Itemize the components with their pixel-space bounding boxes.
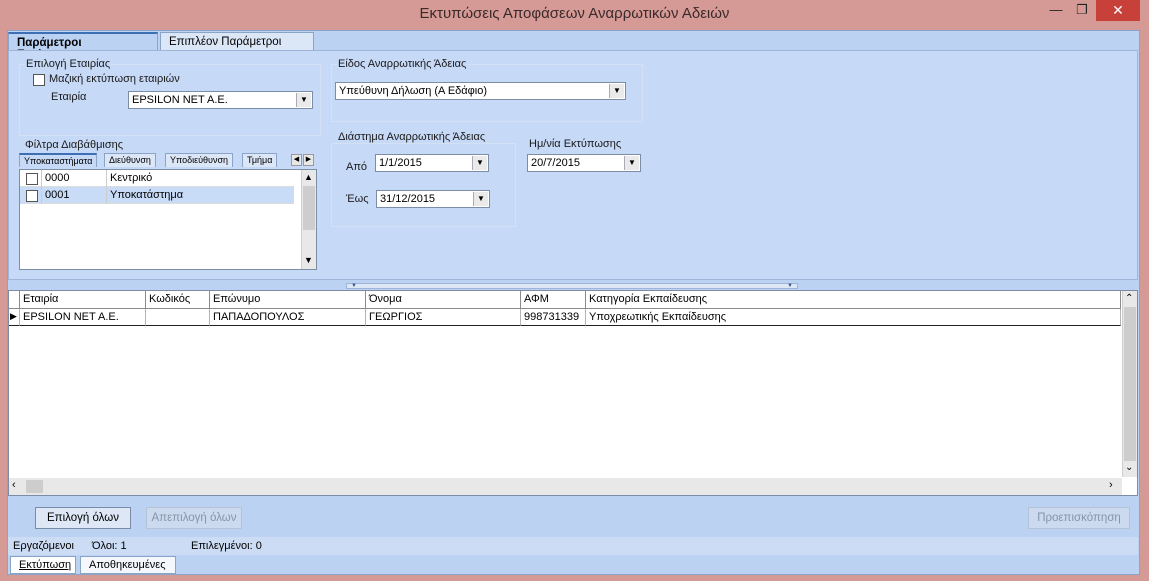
filters-scrollbar[interactable]: ▲ ▼ (301, 170, 316, 269)
scroll-up-icon[interactable]: ▲ (304, 172, 313, 182)
leave-type-value: Υπεύθυνη Δήλωση (Α Εδάφιο) (339, 85, 488, 97)
to-date-value: 31/12/2015 (380, 193, 436, 205)
col-header-education[interactable]: Κατηγορία Εκπαίδευσης (586, 291, 1121, 309)
branch-code: 0000 (45, 172, 70, 184)
tab-extra-parameters[interactable]: Επιπλέον Παράμετροι (160, 32, 314, 52)
window-title: Εκτυπώσεις Αποφάσεων Αναρρωτικών Αδειών (419, 5, 730, 22)
scroll-right-icon[interactable]: ▶ (303, 154, 314, 166)
divider (106, 170, 107, 187)
dropdown-arrow-icon[interactable]: ▼ (609, 84, 624, 98)
cell-surname[interactable]: ΠΑΠΑΔΟΠΟΥΛΟΣ (210, 309, 366, 326)
bulk-print-checkbox[interactable] (33, 74, 45, 86)
tab-print-parameters[interactable]: Παράμετροι Εκτύπωσης (8, 32, 158, 61)
leave-type-combo[interactable]: Υπεύθυνη Δήλωση (Α Εδάφιο) ▼ (335, 82, 626, 100)
leave-type-label: Είδος Αναρρωτικής Άδειας (337, 58, 468, 70)
col-header-name[interactable]: Όνομα (366, 291, 521, 309)
divider (41, 187, 42, 204)
grid-hscrollbar[interactable]: ‹ › (9, 478, 1122, 495)
company-group-label: Επιλογή Εταιρίας (25, 58, 112, 70)
scroll-thumb[interactable] (1124, 307, 1136, 461)
row-selector-icon[interactable]: ▶ (9, 309, 20, 326)
scroll-up-icon[interactable]: ⌃ (1125, 293, 1133, 304)
from-date-combo[interactable]: 1/1/2015 ▼ (375, 154, 489, 172)
panel-splitter[interactable]: ▼ ▼ (346, 283, 798, 289)
col-header-code[interactable]: Κωδικός (146, 291, 210, 309)
subtab-direction[interactable]: Διεύθυνση (104, 153, 156, 167)
col-header-afm[interactable]: ΑΦΜ (521, 291, 586, 309)
status-bar: Εργαζόμενοι Όλοι: 1 Επιλεγμένοι: 0 (8, 537, 1138, 555)
subtab-subdirection[interactable]: Υποδιεύθυνση (165, 153, 234, 167)
collapse-arrow-icon[interactable]: ▼ (351, 283, 357, 289)
list-item[interactable]: 0000 Κεντρικό (20, 170, 294, 187)
row-checkbox[interactable] (26, 173, 38, 185)
minimize-button[interactable]: — (1048, 2, 1064, 22)
filters-list: 0000 Κεντρικό 0001 Υποκατάστημα ▲ ▼ (19, 169, 317, 270)
bottom-tab-print[interactable]: Εκτύπωση (10, 556, 76, 574)
from-label: Από (346, 161, 368, 173)
col-header-company[interactable]: Εταιρία (20, 291, 146, 309)
subtab-branches[interactable]: Υποκαταστήματα (19, 153, 98, 167)
calendar-arrow-icon[interactable]: ▼ (472, 156, 487, 170)
period-label: Διάστημα Αναρρωτικής Άδειας (337, 131, 487, 143)
company-label: Εταιρία (51, 91, 87, 103)
scroll-thumb[interactable] (303, 186, 315, 230)
preview-button[interactable]: Προεπισκόπηση (1028, 507, 1130, 529)
scroll-left-icon[interactable]: ‹ (12, 479, 16, 491)
cell-education[interactable]: Υποχρεωτικής Εκπαίδευσης (586, 309, 1121, 326)
branch-name: Υποκατάστημα (110, 189, 184, 201)
filters-subtabs: Υποκαταστήματα Διεύθυνση Υποδιεύθυνση Τμ… (19, 153, 317, 169)
subtab-department[interactable]: Τμήμα (242, 153, 278, 167)
status-total: Όλοι: 1 (92, 540, 127, 552)
status-employees: Εργαζόμενοι (13, 540, 74, 552)
calendar-arrow-icon[interactable]: ▼ (624, 156, 639, 170)
scroll-thumb[interactable] (26, 480, 43, 493)
scroll-down-icon[interactable]: ▼ (304, 255, 313, 265)
filters-label: Φίλτρα Διαβάθμισης (25, 139, 124, 151)
row-header-corner (9, 291, 20, 309)
divider (41, 170, 42, 187)
to-date-combo[interactable]: 31/12/2015 ▼ (376, 190, 490, 208)
col-header-surname[interactable]: Επώνυμο (210, 291, 366, 309)
select-all-button[interactable]: Επιλογή όλων (35, 507, 131, 529)
divider (106, 187, 107, 204)
collapse-arrow-icon[interactable]: ▼ (787, 283, 793, 289)
scroll-down-icon[interactable]: ⌄ (1125, 462, 1133, 473)
scroll-left-icon[interactable]: ◀ (291, 154, 302, 166)
employees-grid: Εταιρία Κωδικός Επώνυμο Όνομα ΑΦΜ Κατηγο… (8, 290, 1138, 496)
dropdown-arrow-icon[interactable]: ▼ (296, 93, 311, 107)
cell-code[interactable] (146, 309, 210, 326)
branch-code: 0001 (45, 189, 70, 201)
branch-name: Κεντρικό (110, 172, 153, 184)
company-combo[interactable]: EPSILON NET A.E. ▼ (128, 91, 313, 109)
print-date-combo[interactable]: 20/7/2015 ▼ (527, 154, 641, 172)
calendar-arrow-icon[interactable]: ▼ (473, 192, 488, 206)
status-selected: Επιλεγμένοι: 0 (191, 540, 262, 552)
to-label: Έως (346, 193, 369, 205)
print-date-value: 20/7/2015 (531, 157, 580, 169)
row-checkbox[interactable] (26, 190, 38, 202)
cell-afm[interactable]: 998731339 (521, 309, 586, 326)
cell-name[interactable]: ΓΕΩΡΓΙΟΣ (366, 309, 521, 326)
bulk-print-label: Μαζική εκτύπωση εταιριών (49, 73, 180, 85)
deselect-all-button[interactable]: Απεπιλογή όλων (146, 507, 242, 529)
list-item[interactable]: 0001 Υποκατάστημα (20, 187, 294, 204)
close-button[interactable]: ✕ (1096, 0, 1140, 21)
grid-vscrollbar[interactable]: ⌃ ⌄ (1122, 291, 1137, 477)
company-combo-value: EPSILON NET A.E. (132, 94, 228, 106)
maximize-button[interactable]: ❐ (1074, 2, 1090, 22)
bottom-tab-saved[interactable]: Αποθηκευμένες (80, 556, 176, 574)
from-date-value: 1/1/2015 (379, 157, 422, 169)
cell-company[interactable]: EPSILON NET A.E. (20, 309, 146, 326)
print-date-label: Ημ/νία Εκτύπωσης (529, 138, 622, 150)
scroll-right-icon[interactable]: › (1109, 479, 1113, 491)
